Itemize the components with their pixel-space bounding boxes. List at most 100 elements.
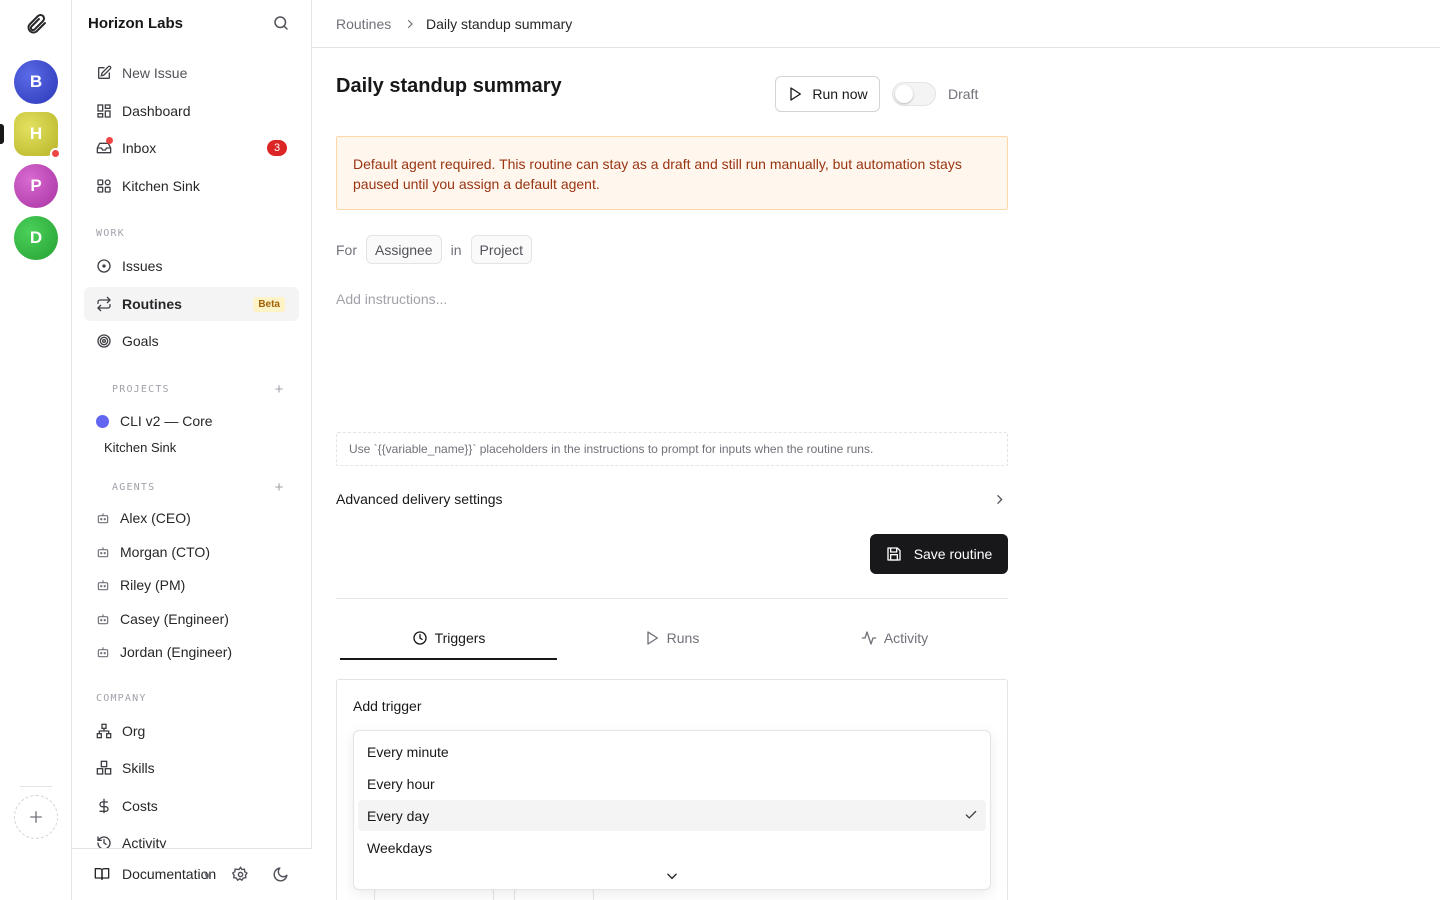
tab-label: Activity [883,630,929,646]
pulse-icon [861,630,877,646]
assignee-chip[interactable]: Assignee [366,235,442,264]
page-title[interactable]: Daily standup summary [336,75,562,98]
nav-label: Routines [122,296,182,312]
nav-label: Issues [122,258,163,274]
sidebar-item-agent[interactable]: Alex (CEO) [96,510,191,526]
add-workspace-button[interactable] [14,795,58,839]
save-icon [886,546,902,562]
grid-icon [96,178,112,194]
sidebar-item-inbox[interactable]: Inbox 3 [84,131,299,165]
unread-dot [106,137,113,144]
nav-label: Dashboard [122,103,191,119]
agent-label: Casey (Engineer) [120,611,229,627]
play-icon [644,630,660,646]
beta-badge: Beta [253,297,285,312]
option-every-minute[interactable]: Every minute [358,736,986,767]
option-every-day[interactable]: Every day [358,800,986,831]
section-divider [336,598,1008,599]
chevron-right-icon[interactable] [993,493,1006,506]
frequency-dropdown: Every minute Every hour Every day Weekda… [353,730,991,890]
sidebar-item-agent[interactable]: Casey (Engineer) [96,611,229,627]
workspace-avatar-d[interactable]: D [14,216,58,260]
sidebar-item-costs[interactable]: Costs [84,789,299,823]
project-color-dot [96,414,109,428]
check-icon [964,808,978,822]
chevron-down-icon[interactable] [665,869,679,883]
sidebar-item-agent[interactable]: Jordan (Engineer) [96,644,232,660]
book-icon [94,866,110,882]
nav-label: Skills [122,760,155,776]
paperclip-icon[interactable] [24,12,48,36]
run-now-label: Run now [812,86,868,102]
for-label: For [336,241,357,258]
nav-label: Goals [122,333,159,349]
option-label: Every minute [367,743,449,760]
sidebar-item-goals[interactable]: Goals [84,324,299,358]
repeat-icon [96,296,112,312]
sidebar-item-skills[interactable]: Skills [84,751,299,785]
sidebar-item-sub-project[interactable]: Kitchen Sink [104,440,176,455]
option-weekdays[interactable]: Weekdays [358,832,986,863]
workspace-initial: D [29,228,43,247]
search-icon[interactable] [272,14,292,34]
tab-runs[interactable]: Runs [563,630,780,660]
tab-label: Runs [666,630,700,646]
workspace-avatar-h[interactable]: H [14,112,61,159]
inbox-count-badge: 3 [267,140,287,156]
option-label: Every day [367,807,430,824]
variable-hint: Use `{{variable_name}}` placeholders in … [336,432,1008,466]
assignment-row: For Assignee in Project [336,235,533,264]
section-label-agents: AGENTS [112,482,156,493]
org-name: Horizon Labs [88,15,184,32]
bot-icon [96,612,110,626]
option-every-hour[interactable]: Every hour [358,768,986,799]
add-agent-button[interactable]: + [272,480,286,495]
sidebar-item-agent[interactable]: Morgan (CTO) [96,544,210,560]
org-chart-icon [96,723,112,739]
nav-label: Costs [122,798,158,814]
plus-icon [30,811,42,823]
project-chip[interactable]: Project [470,235,533,264]
dashboard-icon [96,103,112,119]
chevron-right-icon [404,17,416,29]
sidebar-item-org[interactable]: Org [84,714,299,748]
workspace-avatar-b[interactable]: B [14,60,58,104]
save-routine-label: Save routine [913,546,993,562]
option-label: Weekdays [367,839,433,856]
bot-icon [96,545,110,559]
advanced-delivery-settings-toggle[interactable]: Advanced delivery settings [336,491,503,507]
sidebar-item-kitchen-sink[interactable]: Kitchen Sink [84,169,299,203]
breadcrumb-parent[interactable]: Routines [336,16,391,32]
sidebar-item-dashboard[interactable]: Dashboard [84,94,299,128]
workspace-avatar-p[interactable]: P [14,164,58,208]
nav-label: Org [122,723,146,739]
tab-triggers[interactable]: Triggers [340,630,557,660]
sidebar-footer: Documentation v [72,848,312,900]
sidebar-item-agent[interactable]: Riley (PM) [96,577,185,593]
moon-icon[interactable] [272,866,289,883]
circle-dot-icon [96,258,112,274]
active-toggle[interactable] [892,82,936,106]
gear-icon[interactable] [231,866,249,883]
section-label-company: COMPANY [96,693,147,704]
workspace-rail: B H P D [0,0,72,900]
sidebar-item-issues[interactable]: Issues [84,249,299,283]
sidebar-item-project[interactable]: CLI v2 — Core [96,413,213,429]
target-icon [96,333,112,349]
documentation-label: Documentation [122,866,217,882]
run-now-button[interactable]: Run now [775,76,880,112]
nav-label: Inbox [122,140,157,156]
tab-activity[interactable]: Activity [786,630,1003,660]
status-label: Draft [948,86,979,102]
documentation-link[interactable]: Documentation [94,866,216,882]
save-routine-button[interactable]: Save routine [870,534,1008,574]
add-project-button[interactable]: + [272,382,286,397]
bot-icon [96,645,110,659]
agent-label: Alex (CEO) [120,510,191,526]
new-issue-button[interactable]: New Issue [84,56,299,90]
rail-divider [20,786,52,787]
topbar: Routines Daily standup summary [312,0,1440,48]
sidebar-item-routines[interactable]: Routines Beta [84,287,299,321]
bot-icon [96,511,110,525]
instructions-editor[interactable]: Add instructions... [336,291,447,307]
